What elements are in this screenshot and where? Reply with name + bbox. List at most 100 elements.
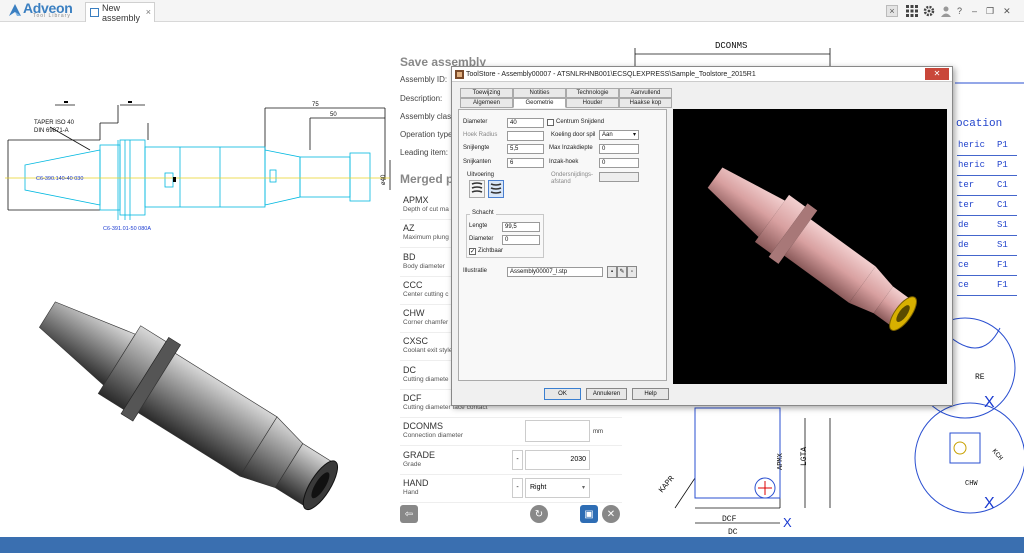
restore-icon[interactable]: ❐ xyxy=(986,6,994,17)
centrum-label: Centrum Snijdend xyxy=(556,119,605,125)
property-value[interactable]: Right xyxy=(525,478,590,498)
location-code: F1 xyxy=(997,260,1008,270)
property-desc: Grade xyxy=(403,461,422,468)
save-button[interactable]: ▣ xyxy=(580,505,598,523)
tool-3d-render xyxy=(39,301,339,511)
property-desc: Connection diameter xyxy=(403,432,463,439)
browse-button[interactable]: ▪ xyxy=(607,266,617,278)
tab-close-icon[interactable]: × xyxy=(146,7,151,17)
property-value[interactable]: 2030 xyxy=(525,450,590,470)
property-desc: Coolant exit style xyxy=(403,347,453,354)
dim-75: 75 xyxy=(312,102,319,108)
location-code: P1 xyxy=(997,140,1008,150)
edit-button[interactable]: ✎ xyxy=(617,266,627,278)
property-desc: Depth of cut ma xyxy=(403,206,449,213)
lgta-label: LGTA xyxy=(800,447,809,466)
snijkanten-label: Snijkanten xyxy=(463,159,492,165)
help-button[interactable]: Help xyxy=(632,388,669,400)
koeling-select[interactable]: Aan ▾ xyxy=(599,130,639,140)
illustratie-label: Illustratie xyxy=(463,268,488,274)
location-shape: de xyxy=(958,220,969,230)
toolstore-dialog: ToolStore - Assembly00007 - ATSNLRHNB001… xyxy=(451,66,953,406)
kapr-label: KAPR xyxy=(657,474,676,495)
refresh-button[interactable]: ↻ xyxy=(530,505,548,523)
gear-icon[interactable] xyxy=(923,5,935,17)
3d-preview[interactable] xyxy=(673,109,947,384)
location-header: ocation xyxy=(956,118,1002,130)
location-shape: ter xyxy=(958,200,975,210)
property-code: APMX xyxy=(403,195,429,205)
clear-button[interactable]: ▫ xyxy=(627,266,637,278)
dialog-tab[interactable]: Technologie xyxy=(566,88,619,98)
close-window-icon[interactable]: ✕ xyxy=(1003,6,1011,17)
property-minus-button[interactable]: - xyxy=(512,478,523,498)
location-code: C1 xyxy=(997,180,1008,190)
close-icon[interactable]: × xyxy=(886,5,898,17)
illustratie-input[interactable]: Assembly00007_l.stp xyxy=(507,267,603,277)
location-row: heric P1 xyxy=(957,156,1017,176)
tool-2d-drawing: TAPER ISO 40 DIN 69871-A C6-390.140-40 0… xyxy=(5,101,391,232)
annuleren-button[interactable]: Annuleren xyxy=(586,388,627,400)
schacht-diameter-label: Diameter xyxy=(469,236,494,242)
taper-label: TAPER ISO 40 xyxy=(34,120,75,126)
lengte-input[interactable]: 99,5 xyxy=(502,222,540,232)
operation-type-label: Operation type: xyxy=(400,130,455,139)
inzak-hoek-input[interactable]: 0 xyxy=(599,158,639,168)
location-row: ter C1 xyxy=(957,176,1017,196)
help-icon[interactable]: ? xyxy=(957,6,962,16)
dialog-tab[interactable]: Aanvullend xyxy=(619,88,672,98)
dialog-tab[interactable]: Toewijzing xyxy=(460,88,513,98)
diameter-label: Diameter xyxy=(463,119,488,125)
minimize-icon[interactable]: – xyxy=(972,6,977,16)
assembly-id-label: Assembly ID: xyxy=(400,75,448,84)
zichtbaar-checkbox[interactable]: ✓ xyxy=(469,248,476,255)
property-input[interactable] xyxy=(525,420,590,442)
dialog-tab[interactable]: Geometrie xyxy=(513,98,566,108)
property-code: GRADE xyxy=(403,450,436,460)
schacht-diameter-input[interactable]: 0 xyxy=(502,235,540,245)
lengte-label: Lengte xyxy=(469,223,488,229)
page-icon: ▫ xyxy=(630,269,634,275)
part1-label: C6-390.140-40 030 xyxy=(36,176,83,182)
tool-3d-preview xyxy=(707,167,917,331)
tab-new-assembly[interactable]: New assembly × xyxy=(85,2,155,23)
location-row: ter C1 xyxy=(957,196,1017,216)
diameter-input[interactable]: 40 xyxy=(507,118,544,128)
uitvoering-label: Uitvoering xyxy=(467,172,495,178)
dialog-close-button[interactable]: ✕ xyxy=(925,68,949,80)
snijlengte-label: Snijlengte xyxy=(463,145,490,151)
uitvoering-option-2[interactable] xyxy=(488,180,504,198)
snijlengte-input[interactable]: 5,5 xyxy=(507,144,544,154)
refresh-icon: ↻ xyxy=(534,508,544,520)
x-mark-3: X xyxy=(783,515,792,530)
location-shape: heric xyxy=(958,160,986,170)
back-button[interactable]: ⇦ xyxy=(400,505,418,523)
max-inzakdiepte-input[interactable]: 0 xyxy=(599,144,639,154)
cancel-button[interactable]: ✕ xyxy=(602,505,620,523)
property-desc: Center cutting c xyxy=(403,291,449,298)
dialog-tab[interactable]: Algemeen xyxy=(460,98,513,108)
location-shape: de xyxy=(958,240,969,250)
snijkanten-input[interactable]: 6 xyxy=(507,158,544,168)
property-minus-button[interactable]: - xyxy=(512,450,523,470)
property-desc: Body diameter xyxy=(403,263,445,270)
save-icon: ▣ xyxy=(584,508,594,520)
dialog-tab[interactable]: Notities xyxy=(513,88,566,98)
chevron-down-icon: ▾ xyxy=(582,485,586,491)
ok-button[interactable]: OK xyxy=(544,388,581,400)
re-label: RE xyxy=(975,373,985,382)
location-shape: ce xyxy=(958,280,969,290)
user-icon[interactable] xyxy=(940,5,952,17)
hoek-radius-input[interactable] xyxy=(507,131,544,141)
max-inzakdiepte-label: Max Inzakdiepte xyxy=(549,145,593,151)
property-desc: Maximum plung xyxy=(403,234,449,241)
dialog-tab[interactable]: Haakse kop xyxy=(619,98,672,108)
property-code: DCONMS xyxy=(403,421,443,431)
location-code: P1 xyxy=(997,160,1008,170)
grid-icon[interactable] xyxy=(906,5,918,17)
uitvoering-option-1[interactable] xyxy=(469,180,485,198)
dialog-tab[interactable]: Houder xyxy=(566,98,619,108)
centrum-checkbox[interactable] xyxy=(547,119,554,126)
assembly-icon xyxy=(90,8,99,17)
ondersnijdings-input[interactable] xyxy=(599,172,639,182)
